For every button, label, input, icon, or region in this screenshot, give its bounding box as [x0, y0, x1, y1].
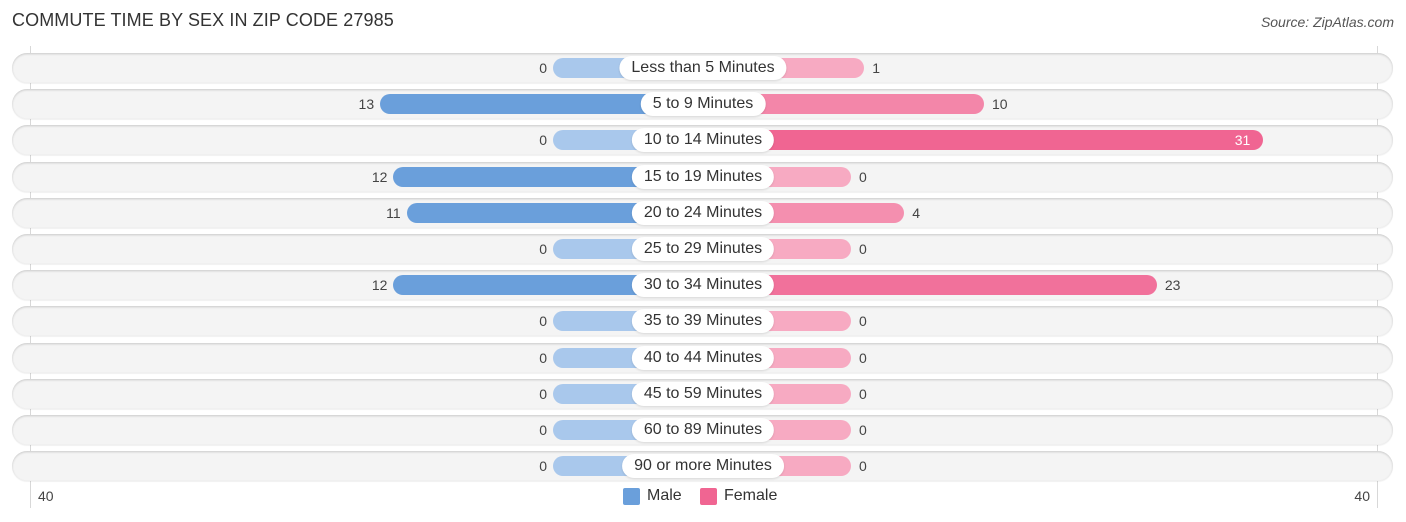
- category-label: 5 to 9 Minutes: [640, 92, 766, 117]
- value-label-male: 12: [371, 168, 388, 185]
- value-label-male: 0: [539, 422, 547, 438]
- legend-item-male: Male: [623, 487, 682, 505]
- category-label: 45 to 59 Minutes: [631, 381, 775, 406]
- value-label-male: 0: [539, 385, 547, 402]
- legend-label-female: Female: [724, 487, 778, 504]
- category-label: Less than 5 Minutes: [619, 56, 787, 80]
- female-swatch-icon: [700, 487, 717, 505]
- value-label-male: 12: [371, 277, 388, 294]
- value-label-female: 31: [1234, 132, 1251, 149]
- value-label-male: 0: [539, 313, 547, 330]
- value-label-male: 0: [539, 132, 547, 149]
- category-label: 30 to 34 Minutes: [631, 273, 775, 298]
- value-label-female: 0: [859, 313, 867, 330]
- value-label-female: 0: [859, 349, 867, 366]
- category-label: 60 to 89 Minutes: [631, 418, 775, 442]
- category-label: 35 to 39 Minutes: [631, 309, 775, 334]
- legend-label-male: Male: [647, 487, 682, 504]
- axis-tick-right: 40: [1354, 488, 1370, 504]
- value-label-female: 4: [912, 204, 920, 221]
- value-label-female: 0: [859, 385, 867, 402]
- value-label-female: 23: [1164, 277, 1181, 294]
- chart-area: 0 1 Less than 5 Minutes 13 10 5 to 9 Minutes 0…: [0, 0, 1406, 522]
- value-label-female: 1: [872, 60, 881, 76]
- value-label-male: 13: [358, 96, 375, 113]
- male-swatch-icon: [623, 487, 640, 505]
- axis-tick-left: 40: [38, 488, 54, 504]
- value-label-female: 0: [859, 241, 867, 257]
- value-label-female: 0: [859, 168, 867, 185]
- category-label: 25 to 29 Minutes: [631, 237, 775, 261]
- value-label-male: 0: [539, 241, 547, 257]
- value-label-male: 0: [539, 349, 547, 366]
- value-label-female: 0: [859, 422, 867, 438]
- value-label-male: 11: [386, 204, 401, 221]
- value-label-male: 0: [539, 458, 547, 475]
- value-label-male: 0: [539, 60, 547, 76]
- category-label: 90 or more Minutes: [622, 454, 784, 479]
- category-label: 15 to 19 Minutes: [631, 164, 775, 189]
- category-label: 20 to 24 Minutes: [631, 200, 775, 225]
- value-label-female: 10: [992, 96, 1008, 113]
- bar-female: [703, 130, 1264, 151]
- legend-item-female: Female: [700, 487, 777, 505]
- category-label: 10 to 14 Minutes: [631, 128, 775, 153]
- value-label-female: 0: [859, 458, 867, 475]
- category-label: 40 to 44 Minutes: [631, 345, 775, 370]
